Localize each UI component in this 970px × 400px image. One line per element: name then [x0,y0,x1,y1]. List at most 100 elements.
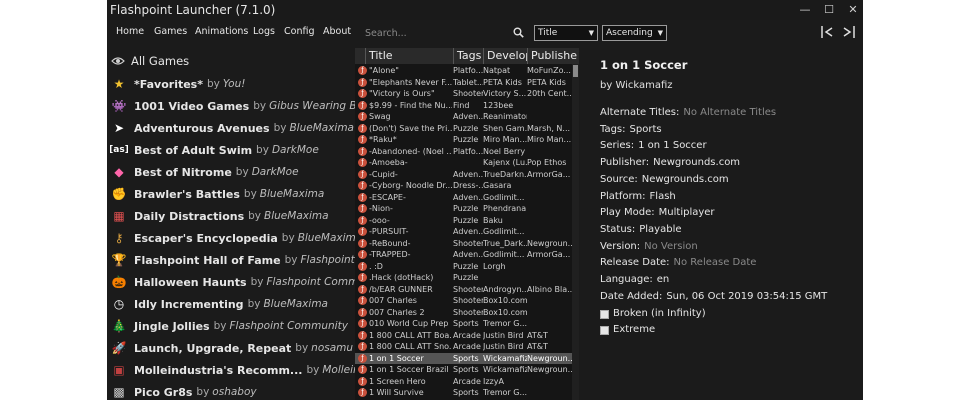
game-row[interactable]: ƒ1 Will Survive Sports Tremor G... [355,387,574,398]
cell-title: -Nion- [369,204,393,213]
detail-value: Flash [649,190,676,202]
scrollbar-thumb[interactable] [573,65,578,77]
game-row[interactable]: ƒ -TRAPPED- Adven... Godlimit... ArmorGa... [355,249,574,260]
sort-field-select[interactable]: Title ▼ [534,25,598,41]
game-row[interactable]: ƒ(Don't) Save the Pri...Puzzle Shen Gam..… [355,123,574,134]
playlist-title: Idly Incrementing [134,297,244,311]
playlist-author: You! [222,78,246,90]
playlist-item[interactable]: ▩ Pico Gr8s by oshaboy [107,381,355,400]
game-title: 1 on 1 Soccer [600,58,688,72]
playlist-title: Best of Adult Swim [134,143,253,157]
game-row[interactable]: ƒ 010 World Cup Prep Sports Tremor G... [355,318,574,329]
cell-tags: Sports [453,388,479,397]
column-header-developer[interactable]: Develop [483,48,527,64]
cell-title: -PURSUIT- [369,227,409,236]
game-row[interactable]: ƒ -Nion- Puzzle Phendrana [355,203,574,214]
game-row[interactable]: ƒ -Cupid- Adven... TrueDarkn... ArmorGa... [355,169,574,180]
game-row[interactable]: ƒ -PURSUIT- Adven... Godlimit... [355,226,574,237]
playlist-item[interactable]: ◷ Idly Incrementing by BlueMaxima [107,293,355,315]
cell-developer: Androgyn... [483,284,527,294]
cell-publisher: Marsh, N... [527,123,571,133]
playlist-item[interactable]: ▣ Molleindustria's Recomm...byMolleind... [107,359,355,381]
detail-field: Series: 1 on 1 Soccer [600,140,707,151]
column-header-tags[interactable]: Tags [453,48,483,64]
cell-tags: Puzzle [453,204,479,213]
playlist-item[interactable]: 👾 1001 Video GamesbyGibus Wearing Brony [107,95,355,117]
playlist-title: 1001 Video Games [134,99,250,113]
all-games-item[interactable]: All Games [111,52,189,70]
game-row[interactable]: ƒ/b/EAR GUNNER Shooter Androgyn... Albino B… [355,284,574,295]
cell-publisher: Newgroun... [527,353,574,363]
game-row[interactable]: ƒ *Raku* Puzzle Miro Man... Miro Man... [355,134,574,145]
game-row[interactable]: ƒ .Hack (dotHack) Puzzle [355,272,574,283]
search-icon[interactable] [513,27,524,38]
playlist-item[interactable]: 🏆 Flashpoint Hall of FamebyFlashpoint Sta… [107,249,355,271]
playlist-by: by [235,166,249,178]
flash-icon: ƒ [358,330,367,340]
menu-about[interactable]: About [323,26,351,37]
game-row[interactable]: ƒ1 800 CALL ATT Sno... Arcade Justin Bird A… [355,341,574,352]
game-row[interactable]: ƒ1 Screen Hero Arcade IzzyA [355,376,574,387]
cell-title: 1 Will Survive [369,388,424,397]
cell-developer: Lorgh [483,261,506,271]
game-row[interactable]: ƒ -ESCAPE- Adven... Godlimit... [355,192,574,203]
game-row[interactable]: ƒ -Abandoned- (Noel ... Platfo... Noel Berr… [355,146,574,157]
cell-tags: Dress-... [453,181,483,190]
column-header-title[interactable]: Title [365,48,453,64]
column-header-publisher[interactable]: Publishe [527,48,579,64]
maximize-button[interactable]: ☐ [821,2,837,18]
playlist-item[interactable]: ➤ Adventurous Avenues by BlueMaxima [107,117,355,139]
game-row[interactable]: ƒ $9.99 - Find the Nu... Find 123bee [355,100,574,111]
sort-order-select[interactable]: Ascending ▼ [602,25,667,41]
game-row[interactable]: ƒ -Cyborg- Noodle Dr... Dress-... Gasara [355,180,574,191]
playlist-item[interactable]: ✊ Brawler's Battles by BlueMaxima [107,183,355,205]
game-row[interactable]: ƒ 007 Charles Shooter Box10.com [355,295,574,306]
menu-logs[interactable]: Logs [253,26,275,37]
playlist-item[interactable]: 🚀 Launch, Upgrade, Repeat by nosamu [107,337,355,359]
flash-icon: ƒ [358,123,367,133]
toggle-right-sidebar-icon[interactable] [842,25,856,39]
window-title: Flashpoint Launcher (7.1.0) [110,3,276,17]
cell-tags: Find [453,100,470,110]
flash-icon: ƒ [358,66,367,75]
close-button[interactable]: ✕ [845,2,861,18]
game-row[interactable]: ƒ "Elephants Never F... Tablet... PETA Kids… [355,77,574,88]
playlist-sidebar: All Games ★ *Favorites* by You! 👾 1001 Video … [107,48,355,400]
game-list-scrollbar[interactable] [572,64,579,400]
menu-home[interactable]: Home [116,26,144,37]
playlist-item[interactable]: ★ *Favorites* by You! [107,73,355,95]
game-row[interactable]: ƒ -ooo- Puzzle Baku [355,215,574,226]
game-row[interactable]: ƒ "Alone" Platfo... Natpat MoFunZo... [355,65,574,76]
search-input[interactable] [365,25,510,41]
cell-developer: Godlimit... [483,192,525,202]
playlist-item[interactable]: ◆ Best of Nitrome by DarkMoe [107,161,355,183]
game-row[interactable]: ƒ. :D Puzzle Lorgh [355,261,574,272]
game-row[interactable]: ƒ 007 Charles 2 Shooter Box10.com [355,307,574,318]
menu-games[interactable]: Games [154,26,187,37]
playlist-item[interactable]: [as] Best of Adult Swim by DarkMoe [107,139,355,161]
menu-config[interactable]: Config [284,26,314,37]
game-row[interactable]: ƒ Swag Adven... Reanimator [355,111,574,122]
sort-field-value: Title [538,28,558,38]
cell-developer: Miro Man... [483,135,527,144]
game-row[interactable]: ƒ1 800 CALL ATT Boa... Arcade Justin Bird A… [355,330,574,341]
toggle-left-sidebar-icon[interactable] [820,25,834,39]
all-games-label: All Games [131,54,190,68]
game-row[interactable]: ƒ "Victory is Ours" Shooter Victory S... 20t… [355,88,574,99]
playlist-item[interactable]: ▦ Daily Distractions by BlueMaxima [107,205,355,227]
checkbox[interactable] [600,310,609,319]
playlist-item[interactable]: 🎃 Halloween HauntsbyFlashpoint Community [107,271,355,293]
playlist-item[interactable]: 🎄 Jingle Jollies by Flashpoint Community [107,315,355,337]
playlist-author: BlueMaxima [264,210,329,222]
game-row[interactable]: ƒ-Amoeba- Kajenx (Lu...Pop Ethos [355,157,574,168]
minimize-button[interactable]: — [797,2,813,18]
game-row[interactable]: ƒ1 on 1 Soccer Sports Wickamafiz Newgroun..… [355,352,574,364]
checkbox[interactable] [600,326,609,335]
playlist-author: BlueMaxima [263,298,328,310]
game-row[interactable]: ƒ -ReBound- Shooter True_Dark... Newgroun... [355,238,574,249]
detail-value: No Version [644,240,698,252]
game-row[interactable]: ƒ1 on 1 Soccer Brazil Sports Wickamafiz New… [355,364,574,375]
playlist-item[interactable]: ⚷ Escaper's EncyclopediabyBlueMaxima [107,227,355,249]
menu-animations[interactable]: Animations [195,26,248,37]
cell-publisher: Newgroun... [527,365,574,374]
